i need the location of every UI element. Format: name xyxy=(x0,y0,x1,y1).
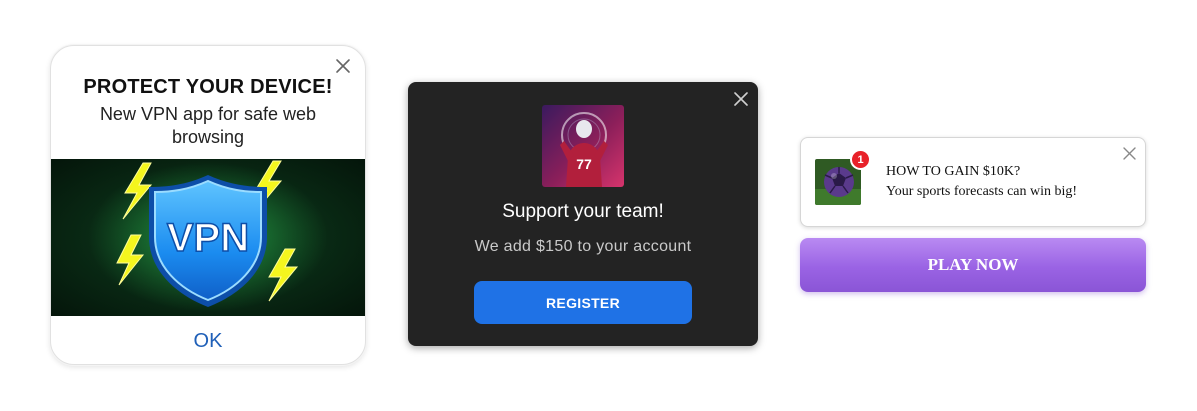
football-player-image: 77 xyxy=(542,105,624,187)
notification-badge: 1 xyxy=(850,149,871,170)
close-icon[interactable] xyxy=(1123,147,1136,160)
close-icon[interactable] xyxy=(734,92,748,106)
play-now-button[interactable]: PLAY NOW xyxy=(800,238,1146,292)
notification-subtitle: Your sports forecasts can win big! xyxy=(886,184,1078,199)
popup-subtitle: New VPN app for safe web browsing xyxy=(99,104,317,147)
register-button[interactable]: REGISTER xyxy=(474,281,692,324)
jersey-number: 77 xyxy=(576,156,592,172)
vpn-popup: PROTECT YOUR DEVICE! New VPN app for saf… xyxy=(50,45,366,365)
popup-title: PROTECT YOUR DEVICE! xyxy=(83,76,333,98)
popup-title: Support your team! xyxy=(502,201,664,222)
notification-title: HOW TO GAIN $10K? xyxy=(886,164,1021,179)
vpn-banner-image: VPN xyxy=(51,159,365,316)
popup-subtitle: We add $150 to your account xyxy=(474,238,692,255)
ad-popups-canvas: PROTECT YOUR DEVICE! New VPN app for saf… xyxy=(0,0,1197,411)
vpn-shield-illustration: VPN xyxy=(88,160,328,312)
ok-button[interactable]: OK xyxy=(51,330,365,353)
shield-vpn-text: VPN xyxy=(167,216,249,260)
team-popup: 77 Support your team! We add $150 to you… xyxy=(408,82,758,346)
push-notification[interactable]: 1 HOW TO GAIN $10K? Your sports forecast… xyxy=(800,137,1146,227)
close-icon[interactable] xyxy=(335,58,351,74)
